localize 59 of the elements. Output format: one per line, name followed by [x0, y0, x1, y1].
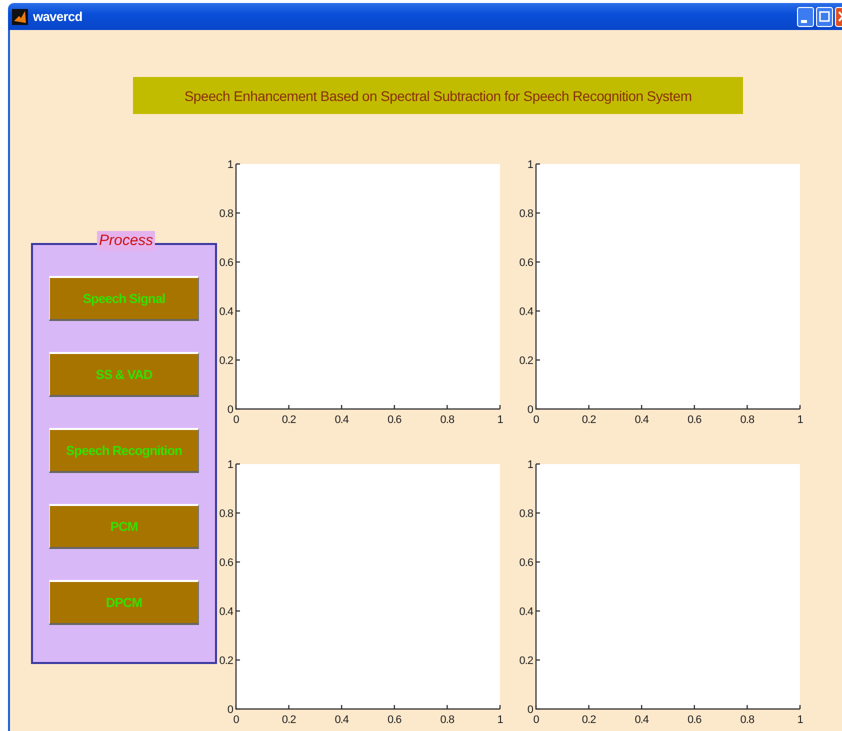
y-tick-label: 0.2: [519, 655, 533, 667]
x-tick-label: 1: [497, 414, 503, 426]
y-tick-label: 0.8: [219, 508, 233, 520]
x-tick-label: 0.6: [688, 414, 702, 426]
y-tick-label: 0.8: [519, 208, 533, 220]
panel-title: Process: [97, 231, 156, 251]
x-tick-label: 0.6: [388, 414, 402, 426]
x-tick-label: 0: [533, 414, 539, 426]
x-tick-label: 0: [233, 714, 239, 726]
x-tick-label: 0.8: [740, 714, 754, 726]
process-button[interactable]: Speech Recognition: [49, 428, 199, 473]
x-tick-label: 0.6: [388, 714, 402, 726]
y-tick-label: 0: [527, 704, 533, 716]
x-tick-label: 0.8: [440, 414, 454, 426]
y-tick-label: 0.4: [219, 606, 233, 618]
y-tick-label: 0.6: [519, 257, 533, 269]
y-tick-label: 1: [227, 459, 233, 471]
x-tick-label: 0: [233, 414, 239, 426]
process-button[interactable]: DPCM: [49, 580, 199, 625]
minimize-icon[interactable]: [797, 6, 814, 26]
x-tick-label: 0.4: [634, 414, 648, 426]
y-tick-label: 0.4: [519, 306, 533, 318]
banner-title: Speech Enhancement Based on Spectral Subtraction for Speech Recognition System: [133, 77, 743, 114]
y-tick-label: 0: [227, 404, 233, 416]
x-tick-label: 1: [797, 714, 803, 726]
x-tick-label: 1: [797, 414, 803, 426]
y-tick-label: 0: [227, 704, 233, 716]
window-title: wavercd: [33, 9, 84, 24]
process-button[interactable]: Speech Signal: [49, 276, 199, 321]
maximize-icon[interactable]: [816, 6, 833, 26]
y-tick-label: 1: [227, 159, 233, 171]
y-tick-label: 0.2: [219, 655, 233, 667]
y-tick-label: 0.2: [519, 355, 533, 367]
y-tick-label: 0.4: [519, 606, 533, 618]
y-tick-label: 1: [527, 459, 533, 471]
y-tick-label: 0.4: [219, 306, 233, 318]
y-tick-label: 0.8: [219, 208, 233, 220]
x-tick-label: 0.2: [282, 714, 296, 726]
x-tick-label: 0.2: [582, 414, 596, 426]
y-tick-label: 1: [527, 159, 533, 171]
x-tick-label: 0.4: [334, 714, 348, 726]
x-tick-label: 0.2: [582, 714, 596, 726]
x-tick-label: 0.8: [740, 414, 754, 426]
app-icon: [12, 8, 28, 24]
x-tick-label: 0.8: [440, 714, 454, 726]
y-tick-label: 0.6: [519, 557, 533, 569]
x-tick-label: 0: [533, 714, 539, 726]
process-button[interactable]: SS & VAD: [49, 352, 199, 397]
y-tick-label: 0: [527, 404, 533, 416]
x-tick-label: 0.4: [334, 414, 348, 426]
y-tick-label: 0.6: [219, 257, 233, 269]
x-tick-label: 1: [497, 714, 503, 726]
x-tick-label: 0.2: [282, 414, 296, 426]
y-tick-label: 0.8: [519, 508, 533, 520]
x-tick-label: 0.6: [688, 714, 702, 726]
y-tick-label: 0.2: [219, 355, 233, 367]
x-tick-label: 0.4: [634, 714, 648, 726]
y-tick-label: 0.6: [219, 557, 233, 569]
process-button[interactable]: PCM: [49, 504, 199, 549]
